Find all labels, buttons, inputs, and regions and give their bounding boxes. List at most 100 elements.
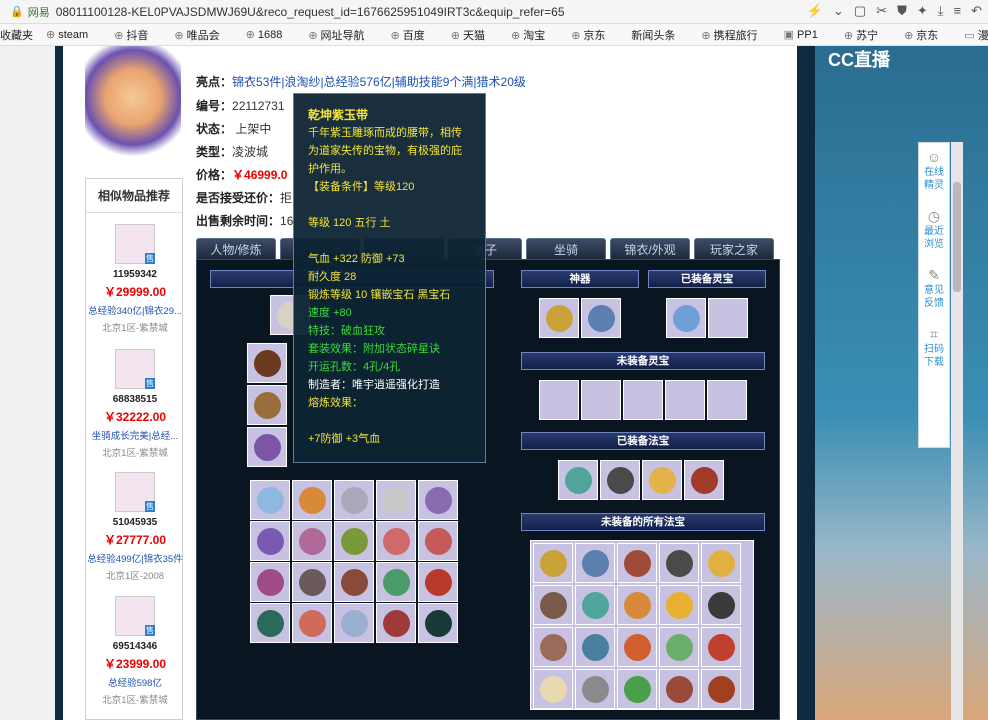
bookmark-item[interactable]: ⊕ 唯品会 (174, 27, 232, 43)
fabao-inventory-slot[interactable] (659, 669, 699, 709)
fabao-slot[interactable] (558, 460, 598, 500)
similar-item-thumb[interactable]: 售 (115, 596, 155, 636)
recent-browse-item[interactable]: ◷ 最近浏览 (920, 209, 948, 251)
bookmark-item[interactable]: ⊕ 京东 (904, 27, 951, 43)
similar-item-thumb[interactable]: 售 (115, 472, 155, 512)
lingbao-slot[interactable] (581, 380, 621, 420)
fabao-inventory-slot[interactable] (617, 543, 657, 583)
inventory-slot[interactable] (334, 562, 374, 602)
fabao-slot[interactable] (642, 460, 682, 500)
fabao-inventory-grid[interactable] (530, 540, 754, 710)
bookmark-item[interactable]: ⊕ 京东 (571, 27, 618, 43)
bookmark-item[interactable]: ▣ PP1 (784, 28, 831, 41)
bookmark-item[interactable]: ⊕ 携程旅行 (701, 27, 770, 43)
inventory-slot[interactable] (418, 521, 458, 561)
fabao-slot[interactable] (600, 460, 640, 500)
fabao-inventory-slot[interactable] (617, 585, 657, 625)
lingbao-slot[interactable] (708, 298, 748, 338)
fabao-inventory-slot[interactable] (533, 669, 573, 709)
bookmark-item[interactable]: ⊕ 网址导航 (308, 27, 377, 43)
bookmark-item[interactable]: 收藏夹 (0, 27, 33, 43)
bookmark-item[interactable]: ⊕ 1688 (246, 28, 296, 41)
equip-slot[interactable] (247, 343, 287, 383)
inventory-slot[interactable] (292, 480, 332, 520)
inventory-slot[interactable] (334, 521, 374, 561)
fabao-inventory-slot[interactable] (533, 543, 573, 583)
scrollbar-thumb[interactable] (953, 182, 961, 292)
screenshot-icon[interactable]: ▢ (854, 3, 866, 19)
menu-icon[interactable]: ≡ (954, 3, 962, 19)
similar-item[interactable]: 售 11959342 ￥29999.00 总经验340亿|锦衣29... 北京1… (86, 224, 184, 334)
lingbao-slot[interactable] (665, 380, 705, 420)
chevron-down-icon[interactable]: ⌄ (833, 3, 844, 19)
inventory-slot[interactable] (250, 480, 290, 520)
address-bar[interactable]: 🔒 网易 08011100128-KEL0PVAJSDMWJ69U&reco_re… (0, 0, 988, 24)
fabao-inventory-slot[interactable] (617, 669, 657, 709)
bookmark-item[interactable]: ⊕ 抖音 (114, 27, 161, 43)
scissors-icon[interactable]: ✂ (876, 3, 887, 19)
highlight-value[interactable]: 锦衣53件|浪淘纱|总经验576亿|辅助技能9个满|猎术20级 (232, 75, 526, 89)
feedback-item[interactable]: ✎ 意见反馈 (920, 268, 948, 310)
similar-item[interactable]: 售 51045935 ￥27777.00 总经验499亿|锦衣35件 北京1区-… (86, 472, 184, 582)
fabao-inventory-slot[interactable] (533, 585, 573, 625)
fabao-inventory-slot[interactable] (701, 585, 741, 625)
bookmark-item[interactable]: ⊕ 淘宝 (511, 27, 558, 43)
fabao-inventory-slot[interactable] (575, 669, 615, 709)
bookmark-item[interactable]: ⊕ steam (46, 28, 101, 41)
inventory-slot[interactable] (376, 480, 416, 520)
tab-character[interactable]: 人物/修炼 (196, 238, 276, 260)
inventory-slot[interactable] (250, 562, 290, 602)
download-icon[interactable]: ⤓ (938, 3, 944, 19)
inventory-slot[interactable] (376, 603, 416, 643)
tab-mount[interactable]: 坐骑 (526, 238, 606, 260)
inventory-slot[interactable] (418, 480, 458, 520)
shenqi-slot[interactable] (581, 298, 621, 338)
inventory-slot[interactable] (334, 603, 374, 643)
inventory-slot[interactable] (376, 521, 416, 561)
fabao-inventory-slot[interactable] (701, 543, 741, 583)
inventory-slot[interactable] (292, 562, 332, 602)
lightning-icon[interactable]: ⚡ (807, 3, 823, 19)
tab-player-home[interactable]: 玩家之家 (694, 238, 774, 260)
inventory-slot[interactable] (418, 562, 458, 602)
similar-item[interactable]: 售 68838515 ￥32222.00 坐骑成长完美|总经... 北京1区-紫… (86, 349, 184, 459)
fabao-slot[interactable] (684, 460, 724, 500)
lingbao-slot[interactable] (539, 380, 579, 420)
similar-item-thumb[interactable]: 售 (115, 224, 155, 264)
tab-outfit[interactable]: 锦衣/外观 (610, 238, 690, 260)
bookmark-item[interactable]: ⊕ 苏宁 (844, 27, 891, 43)
game-icon[interactable]: ✦ (917, 3, 928, 19)
bookmark-item[interactable]: 新闻头条 (631, 27, 688, 43)
fabao-inventory-slot[interactable] (575, 585, 615, 625)
fabao-inventory-slot[interactable] (533, 627, 573, 667)
lingbao-slot[interactable] (623, 380, 663, 420)
equip-slot-belt[interactable] (247, 427, 287, 467)
scan-download-item[interactable]: ⌗ 扫码下载 (920, 327, 948, 369)
bookmark-item[interactable]: ⊕ 百度 (391, 27, 438, 43)
bookmark-item[interactable]: ⊕ 天猫 (451, 27, 498, 43)
back-icon[interactable]: ↶ (971, 3, 982, 19)
shenqi-slot[interactable] (539, 298, 579, 338)
similar-item-thumb[interactable]: 售 (115, 349, 155, 389)
online-sprite-item[interactable]: ☺ 在线精灵 (920, 150, 948, 192)
fabao-inventory-slot[interactable] (575, 543, 615, 583)
site-identity[interactable]: 🔒 网易 (10, 4, 50, 20)
inventory-slot[interactable] (292, 603, 332, 643)
inventory-slot[interactable] (250, 603, 290, 643)
inventory-slot[interactable] (250, 521, 290, 561)
fabao-inventory-slot[interactable] (659, 627, 699, 667)
fabao-inventory-slot[interactable] (659, 585, 699, 625)
inventory-slot[interactable] (418, 603, 458, 643)
inventory-slot[interactable] (376, 562, 416, 602)
fabao-inventory-slot[interactable] (701, 669, 741, 709)
fabao-inventory-slot[interactable] (701, 627, 741, 667)
scrollbar[interactable] (951, 142, 963, 720)
shield-icon[interactable]: ⛊ (897, 3, 907, 19)
fabao-inventory-slot[interactable] (575, 627, 615, 667)
lingbao-slot[interactable] (666, 298, 706, 338)
lingbao-slot[interactable] (707, 380, 747, 420)
similar-item[interactable]: 售 69514346 ￥23999.00 总经验598亿 北京1区-紫禁城 (86, 596, 184, 706)
bookmark-item[interactable]: ▭漫画 (964, 27, 988, 43)
url-text[interactable]: 08011100128-KEL0PVAJSDMWJ69U&reco_reques… (56, 5, 596, 19)
inventory-slot[interactable] (292, 521, 332, 561)
